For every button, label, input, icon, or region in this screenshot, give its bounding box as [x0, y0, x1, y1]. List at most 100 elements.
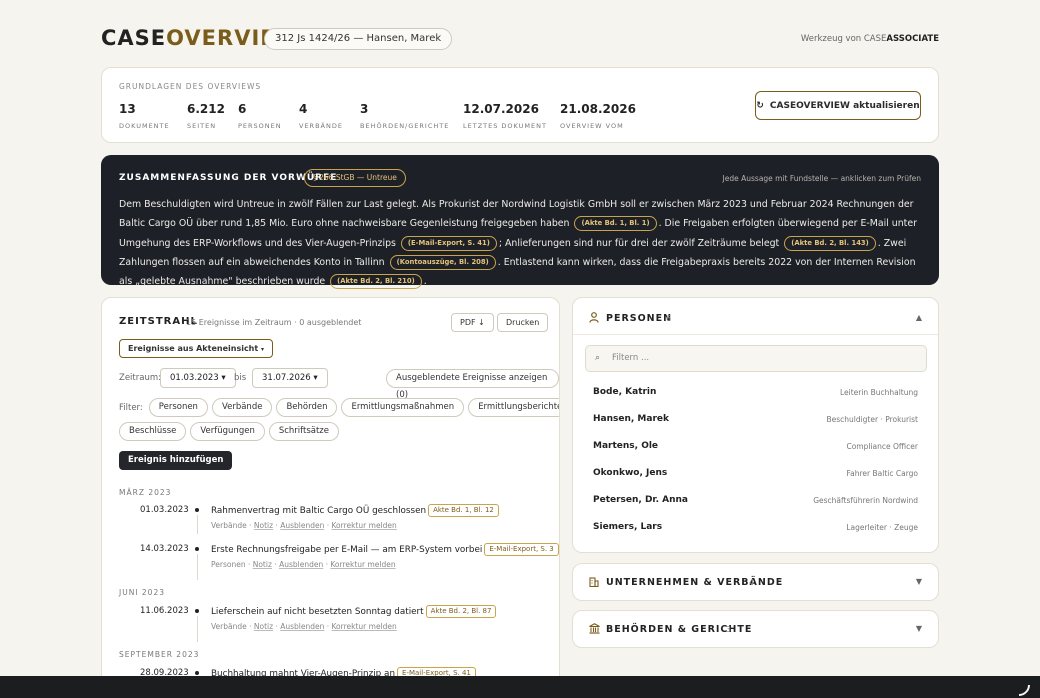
event-title[interactable]: Lieferschein auf nicht besetzten Sonntag… — [211, 605, 497, 618]
event-dot — [195, 609, 199, 613]
stat-value: 12.07.2026 — [463, 102, 539, 116]
person-role: Compliance Officer — [846, 442, 918, 451]
filter-chip-authorities[interactable]: Behörden — [276, 398, 338, 417]
summary-sentence: ; Anlieferungen sind nur für drei der zw… — [498, 237, 780, 249]
filter-chip-reports[interactable]: Ermittlungsberichte — [468, 398, 559, 417]
citation-link[interactable]: (Akte Bd. 2, Bl. 143) — [784, 235, 876, 251]
event-hide-link[interactable]: Ausblenden — [279, 560, 323, 569]
case-reference-pill[interactable]: 312 Js 1424/26 — Hansen, Marek — [264, 28, 453, 50]
persons-filter-input[interactable]: ⌕ Filtern ... — [585, 345, 927, 372]
event-report-link[interactable]: Korrektur melden — [332, 622, 397, 631]
event-hide-link[interactable]: Ausblenden — [280, 622, 324, 631]
companies-panel-header[interactable]: UNTERNEHMEN & VERBÄNDE 4 ▼ — [589, 576, 922, 590]
person-item[interactable]: Hansen, Marek Beschuldigter · Prokurist — [593, 414, 918, 428]
range-from-select[interactable]: 01.03.2023 ▾ — [160, 368, 236, 388]
event-citation[interactable]: Akte Bd. 2, Bl. 87 — [425, 605, 497, 618]
event-meta: Verbände · Notiz · Ausblenden · Korrektu… — [211, 521, 397, 530]
event-connector — [196, 515, 198, 534]
event-dot — [195, 547, 199, 551]
stat-label: LETZTES DOKUMENT — [463, 122, 547, 130]
person-item[interactable]: Okonkwo, Jens Fahrer Baltic Cargo — [593, 468, 918, 482]
stat-label: SEITEN — [187, 122, 217, 130]
authorities-panel-header[interactable]: BEHÖRDEN & GERICHTE 3 ▼ — [589, 623, 922, 637]
event-connector — [196, 616, 198, 642]
person-icon — [589, 312, 599, 326]
add-event-button[interactable]: Ereignis hinzufügen — [119, 451, 233, 470]
person-item[interactable]: Martens, Ole Compliance Officer — [593, 441, 918, 455]
show-hidden-events-button[interactable]: Ausgeblendete Ereignisse anzeigen (0) — [386, 369, 559, 400]
stat-authorities: 3 BEHÖRDEN/GERICHTE — [360, 102, 463, 130]
citation-link[interactable]: (Akte Bd. 1, Bl. 1) — [574, 216, 657, 232]
stat-value: 21.08.2026 — [560, 102, 636, 116]
companies-title: UNTERNEHMEN & VERBÄNDE — [606, 577, 784, 588]
event-title[interactable]: Erste Rechnungsfreigabe per E-Mail — am … — [211, 543, 559, 556]
print-button[interactable]: Drucken — [497, 313, 549, 332]
event-title-text: Rahmenvertrag mit Baltic Cargo OÜ geschl… — [211, 506, 427, 516]
event-note-link[interactable]: Notiz — [254, 521, 273, 530]
stat-label: VERBÄNDE — [299, 122, 343, 130]
person-name: Bode, Katrin — [593, 387, 657, 397]
citation-link[interactable]: (Akte Bd. 2, Bl. 210) — [330, 274, 422, 290]
stat-value: 3 — [360, 102, 369, 116]
event-date: 14.03.2023 — [140, 544, 189, 554]
month-header: MÄRZ 2023 — [119, 488, 172, 497]
event-date: 01.03.2023 — [140, 505, 189, 515]
event-title[interactable]: Rahmenvertrag mit Baltic Cargo OÜ geschl… — [211, 504, 499, 517]
stat-pages: 6.212 SEITEN — [187, 102, 238, 130]
event-citation[interactable]: E-Mail-Export, S. 3 — [484, 543, 559, 556]
persons-panel-header[interactable]: PERSONEN 6 ▲ — [589, 312, 922, 326]
filter-chip-associations[interactable]: Verbände — [211, 398, 273, 417]
person-role: Leiterin Buchhaltung — [839, 388, 918, 397]
refresh-overview-button[interactable]: ↻ CASEOVERVIEW aktualisieren — [755, 91, 921, 120]
overview-basis-card: GRUNDLAGEN DES OVERVIEWS 13 DOKUMENTE 6.2… — [101, 67, 939, 143]
filter-chip-pleadings[interactable]: Schriftsätze — [268, 422, 339, 441]
person-role: Lagerleiter · Zeuge — [846, 523, 918, 532]
event-note-link[interactable]: Notiz — [254, 622, 273, 631]
event-category: Personen — [211, 560, 246, 569]
building-icon — [589, 576, 599, 590]
summary-sentence: . — [423, 276, 427, 288]
person-name: Petersen, Dr. Anna — [593, 495, 688, 505]
person-role: Geschäftsführerin Nordwind — [813, 496, 918, 505]
companies-panel[interactable]: UNTERNEHMEN & VERBÄNDE 4 ▼ — [572, 563, 939, 601]
bottom-bar — [0, 669, 1040, 698]
stat-last-document: 12.07.2026 LETZTES DOKUMENT — [463, 102, 560, 130]
chevron-down-icon[interactable]: ▼ — [916, 624, 922, 633]
stat-value: 13 — [119, 102, 136, 116]
filter-chip-orders[interactable]: Verfügungen — [190, 422, 265, 441]
event-report-link[interactable]: Korrektur melden — [330, 560, 395, 569]
filter-chip-measures[interactable]: Ermittlungsmaßnahmen — [341, 398, 465, 417]
filter-chip-decisions[interactable]: Beschlüsse — [119, 422, 187, 441]
event-connector — [196, 554, 198, 580]
law-badge[interactable]: § 266 StGB — Untreue — [304, 169, 406, 187]
citation-link[interactable]: (E-Mail-Export, S. 41) — [400, 235, 497, 251]
event-source-select[interactable]: Ereignisse aus Akteneinsicht ▾ — [119, 339, 274, 358]
event-category: Verbände — [211, 622, 247, 631]
event-source-value: Ereignisse aus Akteneinsicht — [128, 344, 259, 353]
person-name: Siemers, Lars — [593, 522, 663, 532]
person-item[interactable]: Petersen, Dr. Anna Geschäftsführerin Nord… — [593, 495, 918, 509]
pdf-export-button[interactable]: PDF ↓ — [451, 313, 494, 332]
stat-value: 6.212 — [187, 102, 225, 116]
event-citation[interactable]: Akte Bd. 1, Bl. 12 — [428, 504, 499, 517]
tool-credit-brand: ASSOCIATE — [886, 34, 939, 44]
summary-hint: Jede Aussage mit Fundstelle — anklicken … — [722, 174, 921, 183]
chevron-up-icon[interactable]: ▲ — [916, 313, 922, 322]
range-to-select[interactable]: 31.07.2026 ▾ — [252, 368, 328, 388]
person-name: Okonkwo, Jens — [593, 468, 668, 478]
event-meta: Verbände · Notiz · Ausblenden · Korrektu… — [211, 622, 397, 631]
event-report-link[interactable]: Korrektur melden — [332, 521, 397, 530]
month-header: JUNI 2023 — [119, 588, 165, 597]
person-item[interactable]: Siemers, Lars Lagerleiter · Zeuge — [593, 522, 918, 536]
event-hide-link[interactable]: Ausblenden — [280, 521, 324, 530]
filter-chip-persons[interactable]: Personen — [148, 398, 208, 417]
person-item[interactable]: Bode, Katrin Leiterin Buchhaltung — [593, 387, 918, 401]
tool-credit: Werkzeug von CASEASSOCIATE — [801, 34, 939, 44]
stat-value: 4 — [299, 102, 308, 116]
filter-label: Filter: — [119, 402, 143, 413]
chevron-down-icon[interactable]: ▼ — [916, 577, 922, 586]
authorities-panel[interactable]: BEHÖRDEN & GERICHTE 3 ▼ — [572, 610, 939, 648]
panel-divider — [573, 334, 938, 335]
event-note-link[interactable]: Notiz — [253, 560, 272, 569]
citation-link[interactable]: (Kontoauszüge, Bl. 208) — [389, 254, 496, 270]
